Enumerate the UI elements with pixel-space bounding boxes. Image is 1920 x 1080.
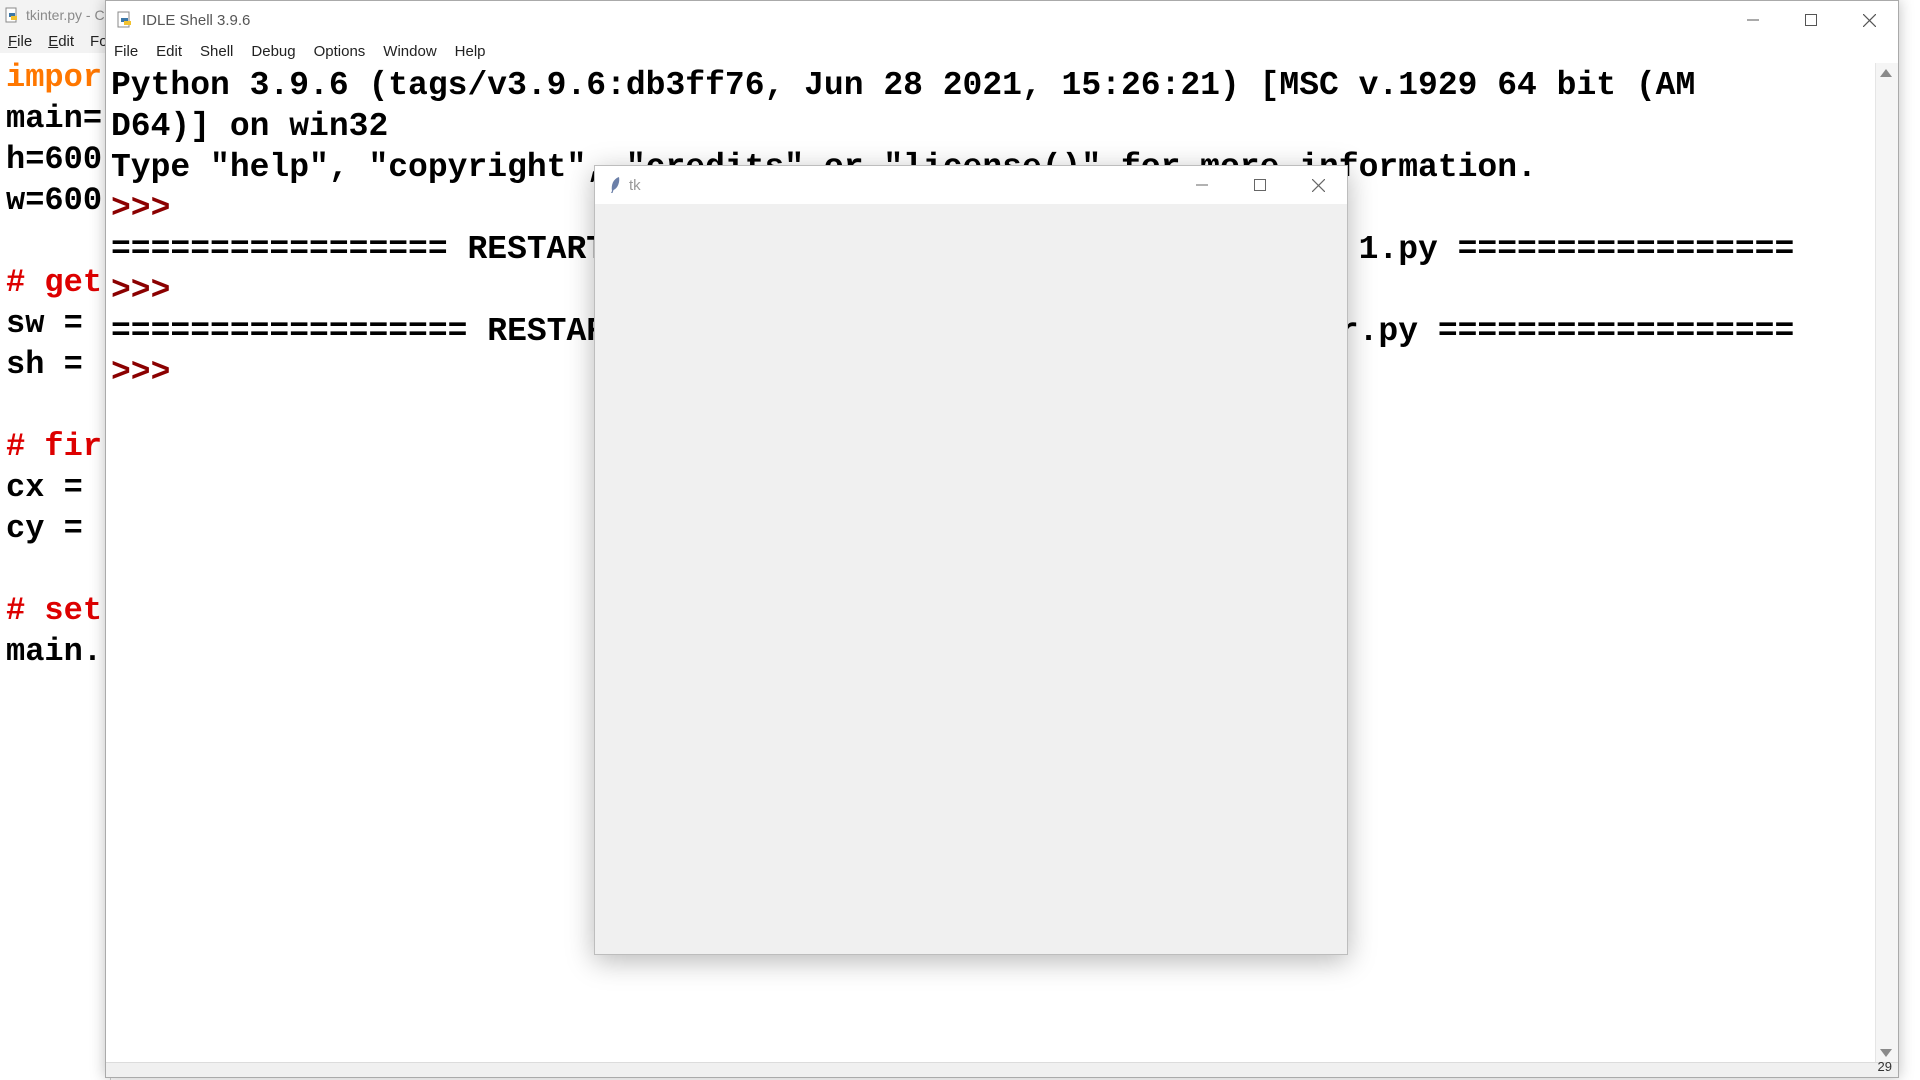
- shell-titlebar[interactable]: IDLE Shell 3.9.6: [106, 1, 1898, 39]
- minimize-icon: [1747, 19, 1759, 21]
- cursor-position: 29: [1877, 1059, 1892, 1074]
- editor-titlebar[interactable]: tkinter.py - C: [0, 0, 110, 29]
- editor-code-line: [6, 549, 110, 590]
- tk-maximize-button[interactable]: [1231, 166, 1289, 204]
- editor-code-line: w=600: [6, 182, 103, 219]
- tk-minimize-button[interactable]: [1173, 166, 1231, 204]
- menu-edit[interactable]: Edit: [156, 43, 182, 60]
- close-icon: [1862, 13, 1876, 27]
- editor-code-area[interactable]: impor main= h=600 w=600 # get sw = sh = # fi…: [0, 53, 110, 672]
- maximize-icon: [1254, 179, 1266, 191]
- menu-help[interactable]: Help: [455, 43, 486, 60]
- editor-title: tkinter.py - C: [26, 6, 105, 23]
- menu-file[interactable]: File: [114, 43, 138, 60]
- editor-code-line: # fir: [6, 428, 103, 465]
- shell-menubar: File Edit Shell Debug Options Window Hel…: [106, 39, 1898, 63]
- menu-debug[interactable]: Debug: [251, 43, 295, 60]
- editor-menubar: File Edit Fo: [0, 29, 110, 53]
- tk-feather-icon: [611, 177, 620, 193]
- minimize-button[interactable]: [1724, 1, 1782, 39]
- tk-window-controls: [1173, 166, 1347, 204]
- shell-statusbar: 29: [106, 1059, 1898, 1077]
- editor-code-line: h=600: [6, 141, 103, 178]
- editor-code-line: main=: [6, 100, 103, 137]
- editor-code-line: main.: [6, 633, 103, 670]
- menu-shell[interactable]: Shell: [200, 43, 233, 60]
- editor-code-line: # get: [6, 264, 103, 301]
- editor-code-line: sh =: [6, 346, 103, 383]
- scroll-down-arrow-icon[interactable]: [1880, 1049, 1892, 1057]
- shell-window-controls: [1724, 1, 1898, 39]
- maximize-button[interactable]: [1782, 1, 1840, 39]
- menu-window[interactable]: Window: [383, 43, 436, 60]
- editor-code-line: impor: [6, 59, 103, 96]
- editor-window[interactable]: tkinter.py - C File Edit Fo impor main= h=…: [0, 0, 111, 1080]
- shell-output-line: D64)] on win32: [111, 108, 389, 145]
- minimize-icon: [1196, 184, 1208, 186]
- tk-title: tk: [629, 176, 641, 194]
- tk-close-button[interactable]: [1289, 166, 1347, 204]
- editor-menu-edit[interactable]: Edit: [48, 33, 74, 50]
- idle-app-icon: [117, 11, 131, 28]
- close-icon: [1311, 178, 1325, 192]
- editor-code-line: cx =: [6, 469, 103, 506]
- maximize-icon: [1805, 14, 1817, 26]
- editor-code-line: sw =: [6, 305, 103, 342]
- editor-code-line: [6, 221, 110, 262]
- python-file-icon: [5, 7, 17, 22]
- shell-vertical-scrollbar[interactable]: [1875, 63, 1898, 1063]
- editor-code-line: [6, 385, 110, 426]
- editor-menu-file[interactable]: File: [8, 33, 32, 50]
- scroll-up-arrow-icon[interactable]: [1880, 69, 1892, 77]
- shell-output-line: Python 3.9.6 (tags/v3.9.6:db3ff76, Jun 2…: [111, 67, 1696, 104]
- shell-title: IDLE Shell 3.9.6: [142, 11, 251, 29]
- tk-window[interactable]: tk: [594, 165, 1348, 955]
- editor-code-line: # set: [6, 592, 103, 629]
- editor-code-line: cy =: [6, 510, 103, 547]
- close-button[interactable]: [1840, 1, 1898, 39]
- tk-titlebar[interactable]: tk: [595, 166, 1347, 204]
- tk-window-body[interactable]: [595, 204, 1347, 954]
- menu-options[interactable]: Options: [314, 43, 366, 60]
